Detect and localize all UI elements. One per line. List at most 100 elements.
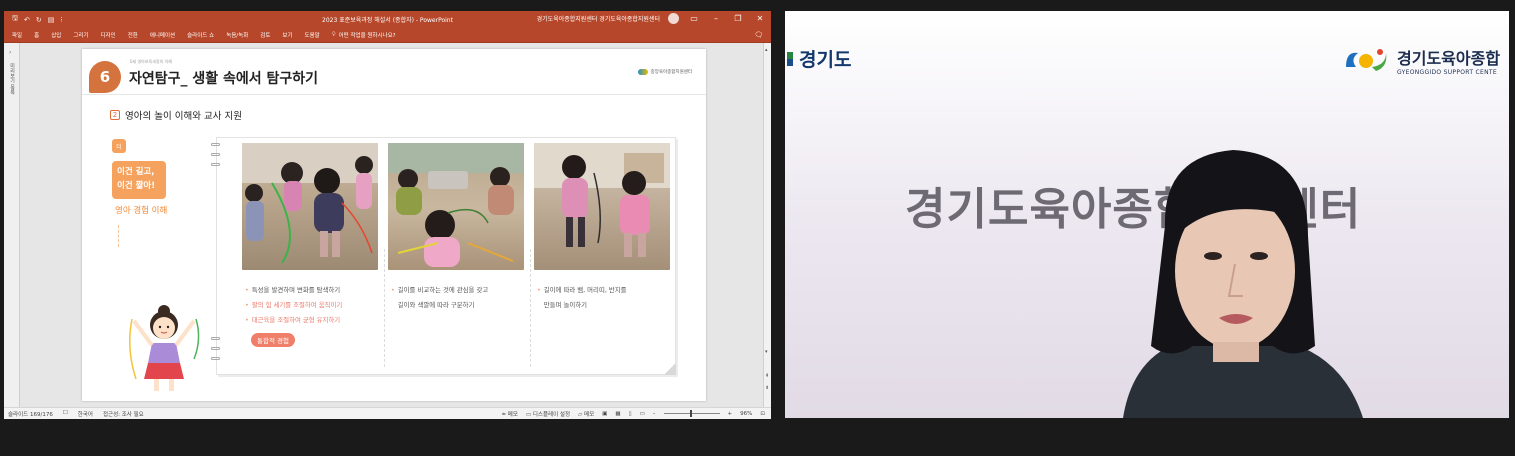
presenter-webcam xyxy=(1123,150,1363,418)
tab-animations[interactable]: 애니메이션 xyxy=(150,31,175,39)
slide-counter: 슬라이드 169/176 xyxy=(8,411,53,418)
thumbnail-pane-collapsed[interactable]: › 미리보기 목록 xyxy=(4,43,20,407)
theme-line-2: 이건 짧아! xyxy=(117,181,156,191)
zoom-out-icon[interactable]: – xyxy=(653,411,656,417)
language-indicator[interactable]: 한국어 xyxy=(78,410,93,418)
video-feed: 경기도 경기도육아종합 GYEONGGIDO SUPPORT CENTE 경기도… xyxy=(785,11,1509,418)
logo-mark-icon xyxy=(637,69,648,75)
save-icon[interactable]: 🖫 xyxy=(12,14,18,25)
comments-button[interactable]: ▱ 메모 xyxy=(578,410,594,418)
cartoon-girl-illustration xyxy=(129,305,200,391)
vertical-scrollbar[interactable]: ▴ ▾ ⇞ ⇟ xyxy=(763,43,771,407)
lightbulb-icon: 💡︎ xyxy=(331,31,336,38)
bullet-item: • 길이를 비교하는 것에 관심을 갖고 xyxy=(391,286,489,294)
slide-logo-text: 중앙육아종합지원센터 xyxy=(650,70,692,75)
reading-view-icon[interactable]: ▯ xyxy=(629,411,632,417)
display-settings-button[interactable]: ▭ 디스플레이 설정 xyxy=(526,410,570,418)
slide-breadcrumb: 0세 영아보육과정의 이해 xyxy=(130,59,172,64)
editing-area: › 미리보기 목록 6 0세 영아보육과정의 이해 자연탐구_ 생활 속에서 탐… xyxy=(4,43,771,407)
bullet-item: •길이와 색깔에 따라 구분하기 xyxy=(397,301,475,309)
normal-view-icon[interactable]: ▣ xyxy=(602,411,607,417)
tab-view[interactable]: 보기 xyxy=(282,31,292,39)
comments-icon[interactable]: 🗨︎ xyxy=(754,31,763,39)
tab-record[interactable]: 녹음/녹화 xyxy=(226,31,248,39)
notes-button[interactable]: ≐ 메모 xyxy=(501,410,517,418)
photo-children-playing-1 xyxy=(242,143,378,270)
bullet-list-2: •길이를 비교하는 것에 관심을 갖고 •길이와 색깔에 따라 구분하기 xyxy=(388,283,526,313)
support-center-logo: 경기도육아종합 GYEONGGIDO SUPPORT CENTE xyxy=(1342,45,1500,76)
account-name[interactable]: 경기도육아종합지원센터 경기도육아종합지원센터 xyxy=(537,14,660,23)
tell-me-box[interactable]: 💡︎ 어떤 작업을 원하시나요? xyxy=(331,31,396,40)
section-title: 영아의 놀이 이해와 교사 지원 xyxy=(125,111,242,122)
slide-header: 6 0세 영아보육과정의 이해 자연탐구_ 생활 속에서 탐구하기 중앙육아종합… xyxy=(82,49,706,95)
binder-rings-top xyxy=(211,143,220,173)
redo-icon[interactable]: ↻ xyxy=(36,16,42,24)
slide-logo: 중앙육아종합지원센터 xyxy=(637,69,692,75)
slide-title: 자연탐구_ 생활 속에서 탐구하기 xyxy=(129,71,319,87)
scroll-down-icon[interactable]: ▾ xyxy=(765,349,768,355)
column-divider xyxy=(530,249,531,367)
binder-rings-bottom xyxy=(211,337,220,367)
undo-icon[interactable]: ↶ xyxy=(24,16,30,24)
next-slide-icon[interactable]: ⇟ xyxy=(765,385,769,391)
title-bar: 🖫 ↶ ↻ ▤ ⁝ 2023 표준보육과정 해설서 (종합자) - PowerP… xyxy=(4,11,771,28)
zoom-slider[interactable] xyxy=(663,410,720,417)
ribbon-tabs: 파일 홈 삽입 그리기 디자인 전환 애니메이션 슬라이드 쇼 녹음/녹화 검토… xyxy=(4,28,771,43)
theme-subtitle: 영아 경험 이해 xyxy=(115,206,168,216)
accessibility-status[interactable]: 접근성: 조사 필요 xyxy=(103,410,144,418)
tab-slideshow[interactable]: 슬라이드 쇼 xyxy=(187,31,214,39)
gyeonggi-logo-text: 경기도 xyxy=(799,49,852,71)
section-heading: 2 영아의 놀이 이해와 교사 지원 xyxy=(110,108,242,122)
side-chip: 더 xyxy=(112,139,126,153)
gyeonggi-logo: 경기도 xyxy=(787,45,851,72)
tab-home[interactable]: 홈 xyxy=(34,31,39,39)
bullet-item: • 특성을 발견하며 변화를 탐색하기 xyxy=(245,286,341,294)
scroll-up-icon[interactable]: ▴ xyxy=(765,47,768,53)
tab-file[interactable]: 파일 xyxy=(12,31,22,39)
bullet-item: • 대근육을 조절하여 균형 유지하기 xyxy=(245,316,341,324)
zoom-in-icon[interactable]: + xyxy=(728,411,733,417)
tab-design[interactable]: 디자인 xyxy=(101,31,116,39)
content-column-3: •길이에 따라 뱀, 머리띠, 반지를 •만들며 놀이하기 xyxy=(534,143,672,313)
tab-draw[interactable]: 그리기 xyxy=(73,31,88,39)
restore-icon[interactable]: ❐ xyxy=(731,14,745,23)
ribbon-display-icon[interactable]: ▭ xyxy=(687,14,701,23)
section-number: 2 xyxy=(110,110,120,120)
tell-me-text: 어떤 작업을 원하시나요? xyxy=(338,33,396,39)
photo-children-playing-2 xyxy=(388,143,524,270)
photo-children-playing-3 xyxy=(534,143,670,270)
customize-qat-icon[interactable]: ⁝ xyxy=(60,16,62,24)
prev-slide-icon[interactable]: ⇞ xyxy=(765,373,769,379)
tab-help[interactable]: 도움말 xyxy=(305,31,320,39)
spellcheck-icon[interactable]: ☐ xyxy=(63,410,68,418)
content-column-1: • 특성을 발견하며 변화를 탐색하기 • 팔의 힘 세기를 조절하여 움직이기 •… xyxy=(242,143,380,347)
slideshow-view-icon[interactable]: ▭ xyxy=(640,411,645,417)
bullet-item: • 팔의 힘 세기를 조절하여 움직이기 xyxy=(245,301,343,309)
quick-access-toolbar: 🖫 ↶ ↻ ▤ ⁝ xyxy=(4,14,63,25)
fit-to-window-icon[interactable]: ⊡ xyxy=(760,411,765,417)
support-center-subtitle: GYEONGGIDO SUPPORT CENTE xyxy=(1397,69,1497,76)
bullet-item: •만들며 놀이하기 xyxy=(543,301,587,309)
present-icon[interactable]: ▤ xyxy=(48,16,55,24)
zoom-level[interactable]: 96% xyxy=(740,411,752,417)
slide-sorter-icon[interactable]: ▦ xyxy=(615,411,620,417)
close-icon[interactable]: ✕ xyxy=(753,14,767,23)
tab-insert[interactable]: 삽입 xyxy=(51,31,61,39)
expand-arrow-icon[interactable]: › xyxy=(9,49,11,56)
title-bar-right: 경기도육아종합지원센터 경기도육아종합지원센터 ▭ – ❐ ✕ xyxy=(537,13,767,24)
integrated-experience-pill: 통합적 경험 xyxy=(251,333,295,347)
tab-transitions[interactable]: 전환 xyxy=(128,31,138,39)
dotted-connector xyxy=(118,225,119,247)
theme-box: 이건 길고, 이건 짧아! xyxy=(112,161,166,199)
avatar[interactable] xyxy=(668,13,679,24)
powerpoint-window: 🖫 ↶ ↻ ▤ ⁝ 2023 표준보육과정 해설서 (종합자) - PowerP… xyxy=(4,11,771,419)
bullet-item: • 길이에 따라 뱀, 머리띠, 반지를 xyxy=(537,286,627,294)
theme-line-1: 이건 길고, xyxy=(117,167,155,177)
slide-canvas[interactable]: 6 0세 영아보육과정의 이해 자연탐구_ 생활 속에서 탐구하기 중앙육아종합… xyxy=(82,49,706,401)
screen: 🖫 ↶ ↻ ▤ ⁝ 2023 표준보육과정 해설서 (종합자) - PowerP… xyxy=(0,0,1515,456)
support-center-title: 경기도육아종합 xyxy=(1397,49,1501,68)
minimize-icon[interactable]: – xyxy=(709,14,723,23)
content-column-2: •길이를 비교하는 것에 관심을 갖고 •길이와 색깔에 따라 구분하기 xyxy=(388,143,526,313)
tab-review[interactable]: 검토 xyxy=(260,31,270,39)
card-fold-corner xyxy=(664,363,676,375)
